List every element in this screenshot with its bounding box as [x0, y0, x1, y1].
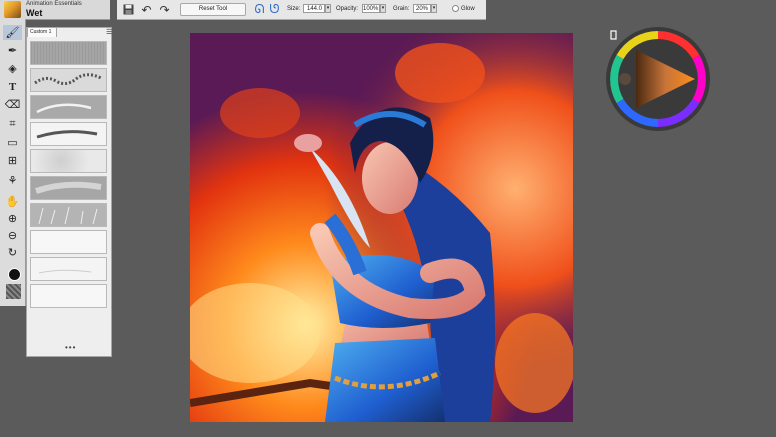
paper-texture-swatch[interactable] [6, 284, 21, 299]
reset-tool-button[interactable]: Reset Tool [180, 3, 246, 16]
transform-tool-icon[interactable]: ⊞ [3, 153, 22, 168]
opacity-dropdown[interactable]: ▾ [380, 4, 386, 13]
toolbox: 🖌 ✒ ◈ T ⌫ ⌗ ▭ ⊞ ⚘ ✋ ⊕ ⊖ ↻ [0, 19, 26, 306]
grain-dropdown[interactable]: ▾ [431, 4, 437, 13]
document-canvas[interactable] [190, 33, 573, 422]
brush-tile-9[interactable] [30, 257, 107, 281]
crop-tool-icon[interactable]: ⌗ [3, 117, 22, 132]
redo-icon[interactable]: ↷ [157, 2, 172, 17]
size-dropdown[interactable]: ▾ [325, 4, 331, 13]
opacity-label: Opacity: [336, 6, 359, 12]
brush-selector[interactable]: Animation Essentials Wet [0, 0, 110, 20]
panel-menu-icon[interactable]: ☰ [106, 28, 112, 36]
brush-tool-icon[interactable]: 🖌 [3, 25, 22, 40]
brush-tile-3[interactable] [30, 95, 107, 119]
dropper-tool-icon[interactable]: ✒ [3, 43, 22, 58]
undo-icon[interactable]: ↶ [139, 2, 154, 17]
brush-category-thumbnail[interactable] [4, 1, 21, 18]
rectangle-select-icon[interactable]: ▭ [3, 135, 22, 150]
glow-label: Glow [461, 6, 475, 12]
magnifier-icon[interactable]: ⊕ [3, 211, 22, 226]
brush-tile-8[interactable] [30, 230, 107, 254]
property-bar: ↶ ↷ Reset Tool ᘏ ᘎ Size: 144.0 ▾ Opacity… [117, 0, 486, 20]
brush-tile-2[interactable] [30, 68, 107, 92]
brush-tile-7[interactable] [30, 203, 107, 227]
grabber-tool-icon[interactable]: ✋ [3, 194, 22, 209]
shape-tool-icon[interactable]: ⚘ [3, 173, 22, 188]
panel-footer: ••• [65, 343, 77, 352]
zoom-out-icon[interactable]: ⊖ [3, 228, 22, 243]
rotate-page-icon[interactable]: ↻ [3, 245, 22, 260]
brush-tile-4[interactable] [30, 122, 107, 146]
brush-tile-5[interactable] [30, 149, 107, 173]
brush-variant-label: Wet [26, 8, 43, 18]
painted-artwork [190, 33, 573, 422]
opacity-field[interactable]: 100% [362, 4, 380, 13]
brush-tile-6[interactable] [30, 176, 107, 200]
brush-tile-10[interactable] [30, 284, 107, 308]
main-color-swatch[interactable] [8, 268, 21, 281]
eraser-tool-icon[interactable]: ⌫ [3, 97, 22, 112]
text-tool-icon[interactable]: T [3, 79, 22, 94]
save-icon[interactable] [121, 2, 136, 17]
glow-toggle[interactable] [452, 5, 459, 12]
fill-tool-icon[interactable]: ◈ [3, 61, 22, 76]
size-label: Size: [287, 6, 301, 12]
grain-label: Grain: [393, 6, 410, 12]
brush-category-label: Animation Essentials [26, 1, 82, 7]
tab-custom-1[interactable]: Custom 1 [27, 27, 57, 37]
stroke-attributes-icon[interactable]: ᘏ [252, 2, 267, 17]
brush-dynamics-icon[interactable]: ᘎ [267, 2, 282, 17]
color-preview-dot [619, 73, 631, 85]
brush-tile-1[interactable] [30, 41, 107, 65]
color-wheel[interactable] [603, 24, 713, 134]
size-field[interactable]: 144.0 [303, 4, 325, 13]
grain-field[interactable]: 20% [413, 4, 431, 13]
